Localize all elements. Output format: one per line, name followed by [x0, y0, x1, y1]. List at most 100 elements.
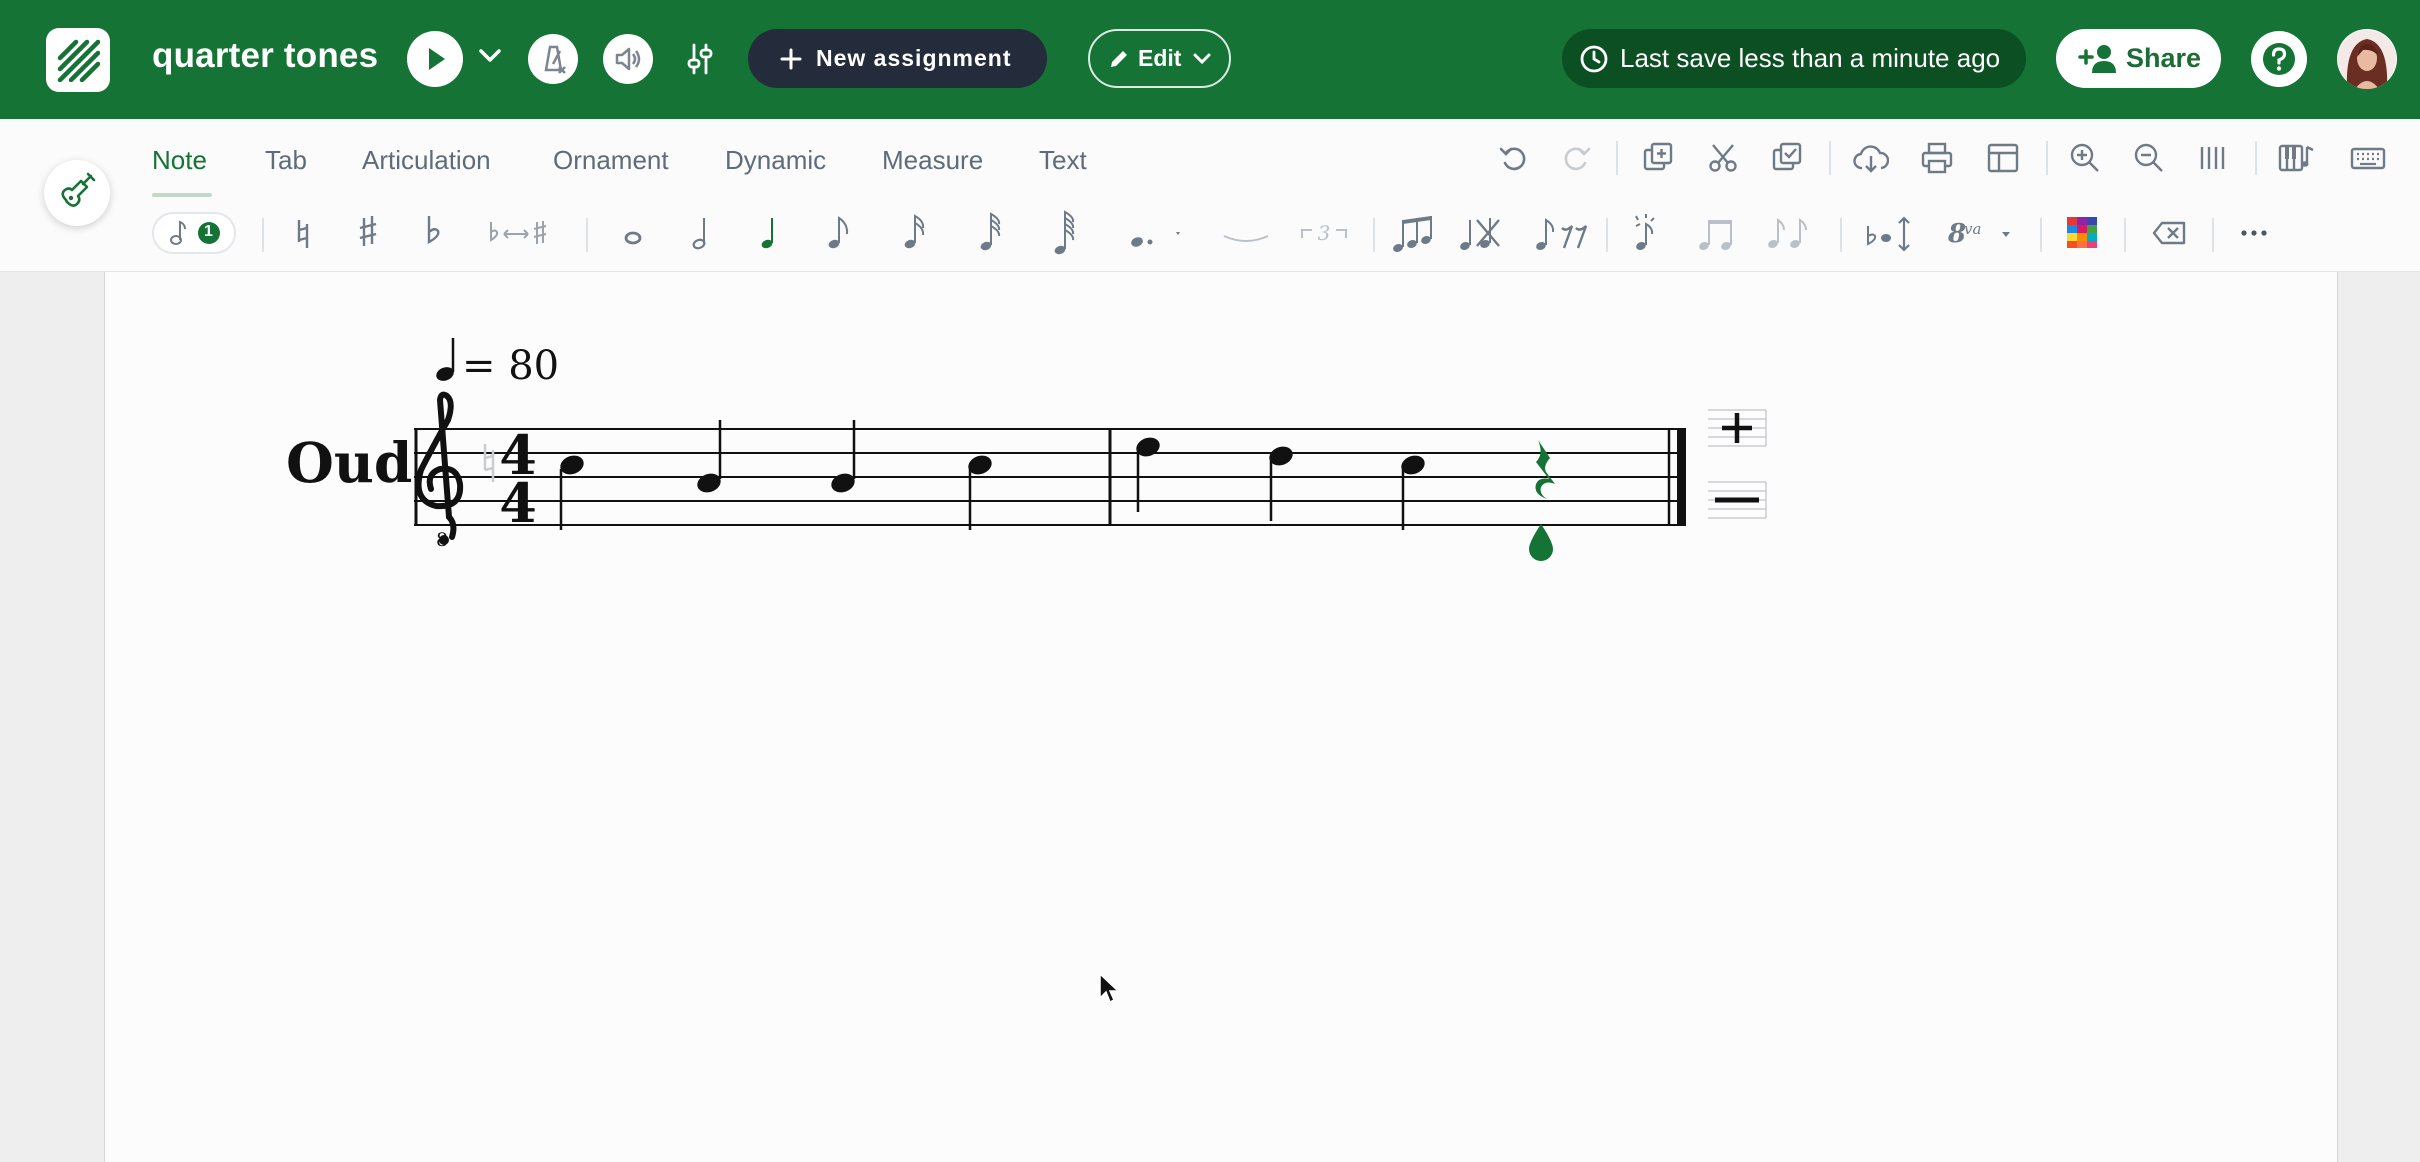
paste-icon[interactable] — [1770, 141, 1804, 175]
keyboard-icon[interactable] — [2349, 141, 2387, 175]
tab-text[interactable]: Text — [1039, 145, 1087, 176]
user-avatar[interactable] — [2337, 29, 2397, 89]
plus-icon — [780, 48, 802, 69]
music-staff[interactable]: 8 4 4 — [0, 272, 2420, 1162]
note-toolbar: 1 3 8 va — [0, 198, 2420, 272]
note[interactable] — [558, 452, 587, 530]
tempo-marking[interactable]: = 80 — [462, 343, 559, 389]
tab-articulation[interactable]: Articulation — [362, 145, 491, 176]
note[interactable] — [695, 420, 724, 496]
delete-icon[interactable] — [2150, 210, 2190, 256]
instrument-button[interactable] — [44, 160, 110, 226]
enharmonic-icon[interactable] — [484, 210, 556, 256]
whole-note-icon[interactable] — [615, 210, 651, 256]
mouse-pointer-icon — [1099, 972, 1120, 1004]
pencil-icon — [1111, 50, 1127, 67]
flip-stem-icon[interactable] — [1862, 210, 1918, 256]
tab-tab[interactable]: Tab — [265, 145, 307, 176]
natural-icon[interactable] — [285, 210, 321, 256]
sixteenth-note-icon[interactable] — [896, 210, 932, 256]
time-signature-bottom: 4 — [499, 471, 537, 535]
divider — [1616, 141, 1618, 175]
share-label: Share — [2126, 43, 2202, 73]
break-beam-icon[interactable] — [1455, 210, 1505, 256]
note[interactable] — [829, 420, 858, 496]
document-title[interactable]: quarter tones — [152, 36, 378, 76]
active-tab-indicator — [152, 193, 212, 197]
zoom-out-icon[interactable] — [2132, 141, 2166, 175]
voice-icon — [170, 220, 220, 245]
add-measure-button[interactable] — [1708, 409, 1767, 447]
rests-icon[interactable] — [1532, 210, 1592, 256]
note[interactable] — [966, 452, 995, 530]
add-person-icon — [2078, 44, 2116, 73]
tab-dynamic[interactable]: Dynamic — [725, 145, 826, 176]
new-assignment-button[interactable]: New assignment — [748, 29, 1047, 88]
divider — [2040, 218, 2042, 252]
cross-staff-beam-icon[interactable] — [1692, 210, 1742, 256]
eighth-note-icon[interactable] — [820, 210, 856, 256]
metronome-button[interactable] — [528, 34, 578, 84]
app-logo[interactable] — [46, 28, 110, 92]
sharp-icon[interactable] — [350, 210, 386, 256]
metronome-icon — [544, 45, 566, 74]
tab-ornament[interactable]: Ornament — [553, 145, 669, 176]
svg-text:3: 3 — [1318, 221, 1331, 245]
play-button[interactable] — [407, 31, 463, 87]
divider — [2212, 218, 2214, 252]
voice-selector[interactable]: 1 — [152, 212, 236, 254]
guitar-icon — [61, 172, 96, 207]
zoom-in-icon[interactable] — [2068, 141, 2102, 175]
tab-measure[interactable]: Measure — [882, 145, 983, 176]
note[interactable] — [1267, 443, 1296, 521]
top-header: quarter tones New assignment Edit Last s… — [0, 0, 2420, 119]
divider — [1840, 218, 1842, 252]
help-icon — [2263, 43, 2295, 75]
cloud-download-icon[interactable] — [1853, 141, 1889, 175]
layout-icon[interactable] — [1986, 141, 2020, 175]
input-cursor-icon[interactable] — [1529, 524, 1553, 561]
tuplet-icon[interactable]: 3 — [1296, 210, 1352, 256]
voice-count: 1 — [204, 223, 213, 240]
edit-menu-button[interactable]: Edit — [1088, 29, 1231, 88]
instrument-name[interactable]: Oud — [286, 430, 412, 495]
half-note-icon[interactable] — [684, 210, 720, 256]
playback-sound-button[interactable] — [603, 34, 653, 84]
logo-icon — [57, 39, 100, 82]
color-palette-icon[interactable] — [2064, 210, 2100, 256]
beam-icon[interactable] — [1388, 210, 1438, 256]
treble-clef-8vb[interactable]: 8 — [415, 391, 464, 551]
share-button[interactable]: Share — [2056, 29, 2221, 88]
note[interactable] — [1399, 452, 1428, 530]
grace-note-icon[interactable] — [1626, 210, 1670, 256]
divider — [586, 218, 588, 252]
quarter-rest[interactable] — [1535, 440, 1555, 499]
remove-measure-button[interactable] — [1708, 481, 1767, 519]
print-icon[interactable] — [1920, 141, 1954, 175]
piano-icon[interactable] — [2277, 141, 2315, 175]
divider — [2255, 141, 2257, 175]
page-view-icon[interactable] — [2196, 141, 2230, 175]
divider — [1829, 141, 1831, 175]
tie-icon[interactable] — [1220, 210, 1272, 256]
tab-note[interactable]: Note — [152, 145, 207, 176]
help-button[interactable] — [2251, 31, 2307, 87]
mixer-icon[interactable] — [684, 42, 716, 76]
quarter-note-icon[interactable] — [752, 210, 788, 256]
flat-icon[interactable] — [416, 210, 452, 256]
tremolo-icon[interactable] — [1762, 210, 1814, 256]
copy-icon[interactable] — [1641, 141, 1675, 175]
more-options-icon[interactable] — [2234, 210, 2274, 256]
cut-icon[interactable] — [1706, 141, 1740, 175]
save-status-text: Last save less than a minute ago — [1620, 43, 2001, 73]
save-status: Last save less than a minute ago — [1562, 29, 2026, 88]
sixty-fourth-note-icon[interactable] — [1046, 210, 1082, 260]
redo-icon[interactable] — [1559, 141, 1593, 175]
chevron-down-icon[interactable] — [476, 46, 504, 66]
divider — [262, 218, 264, 252]
octave-line-icon[interactable]: 8 va — [1944, 210, 2024, 256]
thirty-second-note-icon[interactable] — [972, 210, 1008, 256]
time-signature[interactable]: 4 4 — [499, 423, 537, 535]
undo-icon[interactable] — [1497, 141, 1531, 175]
dot-icon[interactable] — [1124, 210, 1184, 256]
